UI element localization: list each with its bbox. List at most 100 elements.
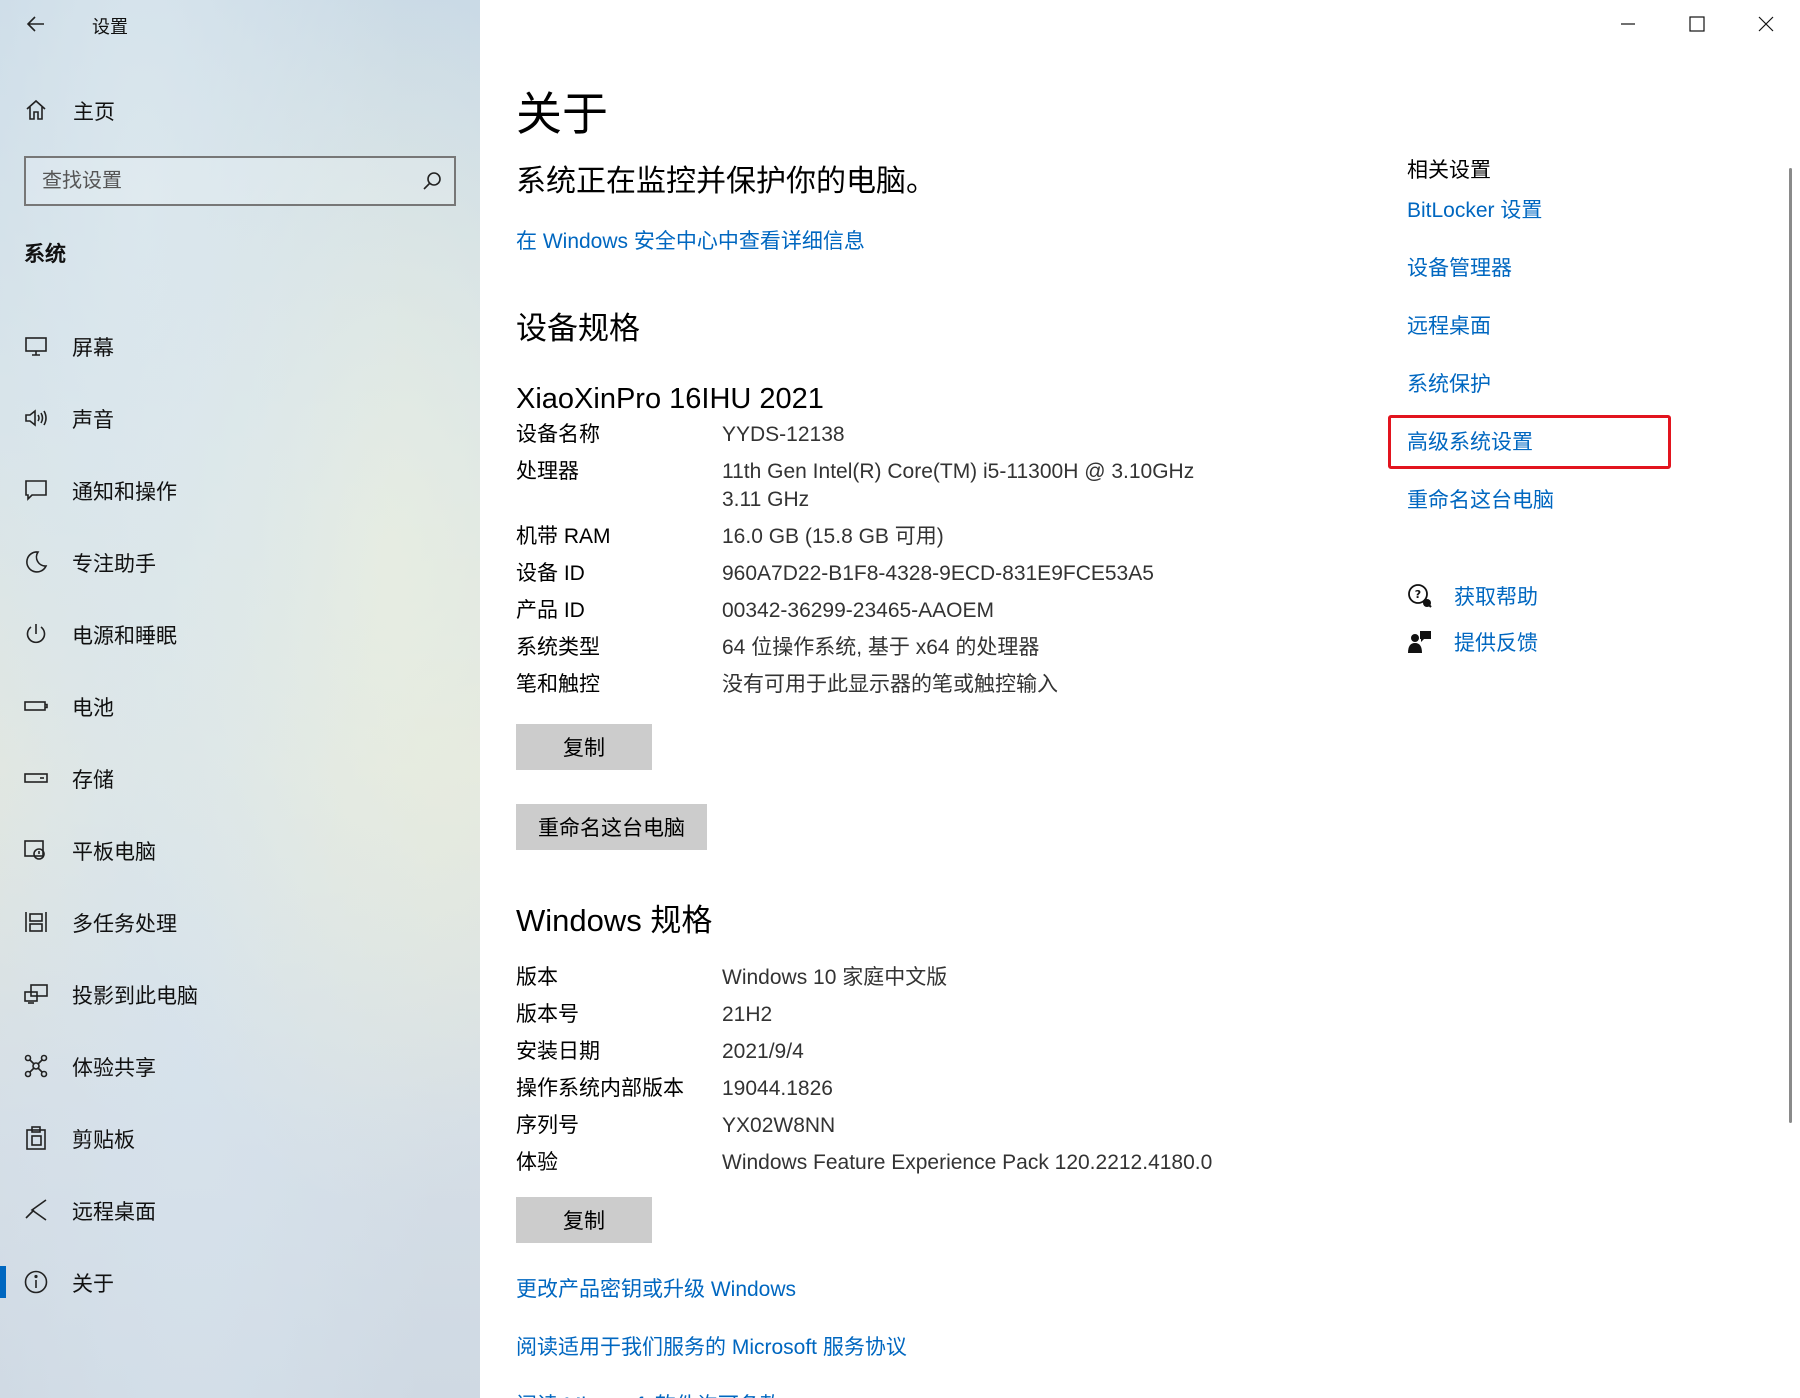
moon-icon	[26, 551, 48, 573]
sidebar-item-label: 平板电脑	[72, 841, 156, 864]
sidebar-item-remote-desktop[interactable]: 远程桌面	[0, 1174, 480, 1246]
info-icon	[24, 1270, 48, 1294]
sidebar-item-about[interactable]: 关于	[0, 1246, 480, 1318]
spec-key: 笔和触控	[516, 673, 600, 696]
minimize-icon	[1620, 23, 1635, 25]
spec-row: 安装日期 2021/9/4	[516, 1038, 1416, 1075]
sidebar-item-label: 剪贴板	[72, 1129, 135, 1152]
spec-row: 产品 ID 00342-36299-23465-AAOEM	[516, 597, 1416, 634]
sidebar-item-label: 体验共享	[72, 1057, 156, 1080]
license-terms-link[interactable]: 阅读 Microsoft 软件许可条款	[516, 1389, 781, 1398]
project-icon	[24, 984, 48, 1004]
copy-device-specs-button[interactable]: 复制	[516, 724, 652, 770]
help-chat-icon: ?	[1408, 584, 1432, 608]
spec-value: 2021/9/4	[722, 1040, 804, 1063]
settings-window: 设置 主页 系统 屏幕	[0, 0, 1800, 1398]
spec-key: 设备 ID	[516, 562, 585, 585]
spec-key: 处理器	[516, 460, 579, 483]
sidebar: 设置 主页 系统 屏幕	[0, 0, 480, 1398]
spec-value: 19044.1826	[722, 1077, 833, 1100]
storage-icon	[24, 773, 48, 783]
close-button[interactable]	[1731, 0, 1800, 48]
sidebar-item-battery[interactable]: 电池	[0, 670, 480, 742]
search-icon[interactable]	[422, 171, 442, 191]
sidebar-item-label: 远程桌面	[72, 1201, 156, 1224]
spec-row: 版本 Windows 10 家庭中文版	[516, 964, 1416, 1001]
bitlocker-settings-link[interactable]: BitLocker 设置	[1407, 194, 1542, 224]
maximize-button[interactable]	[1662, 0, 1731, 48]
advanced-system-settings-link[interactable]: 高级系统设置	[1407, 426, 1533, 456]
speaker-icon	[25, 409, 47, 427]
spec-key: 机带 RAM	[516, 525, 611, 548]
back-button[interactable]	[18, 6, 54, 42]
monitor-icon	[25, 337, 47, 356]
spec-row: 笔和触控 没有可用于此显示器的笔或触控输入	[516, 671, 1416, 708]
spec-value: 64 位操作系统, 基于 x64 的处理器	[722, 636, 1040, 659]
protection-status-text: 系统正在监控并保护你的电脑。	[516, 165, 936, 198]
home-icon	[26, 99, 46, 120]
home-label: 主页	[73, 101, 115, 124]
back-arrow-icon	[26, 16, 44, 32]
sidebar-item-sound[interactable]: 声音	[0, 382, 480, 454]
spec-value: Windows Feature Experience Pack 120.2212…	[722, 1151, 1213, 1174]
feedback-icon	[1408, 631, 1431, 653]
spec-row: 序列号 YX02W8NN	[516, 1112, 1416, 1149]
rename-pc-button[interactable]: 重命名这台电脑	[516, 804, 707, 850]
spec-key: 版本	[516, 966, 558, 989]
spec-row: 处理器 11th Gen Intel(R) Core(TM) i5-11300H…	[516, 458, 1416, 523]
get-help-link[interactable]: 获取帮助	[1454, 581, 1538, 611]
notification-icon	[25, 480, 47, 501]
device-manager-link[interactable]: 设备管理器	[1407, 252, 1512, 282]
give-feedback-link[interactable]: 提供反馈	[1454, 627, 1538, 657]
maximize-icon	[1688, 16, 1705, 32]
sidebar-item-label: 电池	[72, 697, 114, 720]
sidebar-item-label: 多任务处理	[72, 913, 177, 936]
share-icon	[24, 1054, 48, 1078]
spec-row: 操作系统内部版本 19044.1826	[516, 1075, 1416, 1112]
change-product-key-link[interactable]: 更改产品密钥或升级 Windows	[516, 1273, 796, 1303]
spec-value: 11th Gen Intel(R) Core(TM) i5-11300H @ 3…	[722, 460, 1195, 511]
spec-value: Windows 10 家庭中文版	[722, 966, 948, 989]
close-icon	[1758, 16, 1773, 32]
sidebar-item-project[interactable]: 投影到此电脑	[0, 958, 480, 1030]
spec-row: 体验 Windows Feature Experience Pack 120.2…	[516, 1149, 1416, 1186]
home-nav-item[interactable]: 主页	[0, 88, 480, 132]
sidebar-item-storage[interactable]: 存储	[0, 742, 480, 814]
system-protection-link[interactable]: 系统保护	[1407, 368, 1491, 398]
scrollbar[interactable]	[1789, 168, 1792, 1123]
minimize-button[interactable]	[1593, 0, 1662, 48]
device-specs-table: 设备名称 YYDS-12138 处理器 11th Gen Intel(R) Co…	[516, 421, 1416, 708]
device-model: XiaoXinPro 16IHU 2021	[516, 383, 824, 415]
sidebar-item-display[interactable]: 屏幕	[0, 310, 480, 382]
security-center-link[interactable]: 在 Windows 安全中心中查看详细信息	[516, 225, 865, 255]
sidebar-item-tablet[interactable]: 平板电脑	[0, 814, 480, 886]
rename-pc-link[interactable]: 重命名这台电脑	[1407, 484, 1554, 514]
remote-icon	[25, 1199, 47, 1221]
app-title: 设置	[92, 17, 128, 37]
spec-row: 机带 RAM 16.0 GB (15.8 GB 可用)	[516, 523, 1416, 560]
clipboard-icon	[26, 1126, 46, 1150]
spec-row: 版本号 21H2	[516, 1001, 1416, 1038]
service-agreement-link[interactable]: 阅读适用于我们服务的 Microsoft 服务协议	[516, 1331, 907, 1361]
spec-value: 960A7D22-B1F8-4328-9ECD-831E9FCE53A5	[722, 562, 1154, 585]
spec-key: 序列号	[516, 1114, 579, 1137]
get-help-row[interactable]: ? 获取帮助	[1407, 580, 1538, 612]
sidebar-item-label: 电源和睡眠	[72, 625, 177, 648]
spec-key: 操作系统内部版本	[516, 1077, 684, 1100]
give-feedback-row[interactable]: 提供反馈	[1407, 626, 1538, 658]
sidebar-item-power[interactable]: 电源和睡眠	[0, 598, 480, 670]
windows-specs-table: 版本 Windows 10 家庭中文版 版本号 21H2 安装日期 2021/9…	[516, 964, 1416, 1186]
spec-key: 系统类型	[516, 636, 600, 659]
power-icon	[26, 624, 46, 644]
copy-windows-specs-button[interactable]: 复制	[516, 1197, 652, 1243]
sidebar-item-shared-experiences[interactable]: 体验共享	[0, 1030, 480, 1102]
sidebar-item-multitasking[interactable]: 多任务处理	[0, 886, 480, 958]
spec-value: 21H2	[722, 1003, 773, 1026]
search-box[interactable]	[24, 156, 456, 206]
sidebar-item-notifications[interactable]: 通知和操作	[0, 454, 480, 526]
sidebar-item-focus-assist[interactable]: 专注助手	[0, 526, 480, 598]
remote-desktop-link[interactable]: 远程桌面	[1407, 310, 1491, 340]
search-input[interactable]	[26, 158, 406, 204]
page-title: 关于	[516, 88, 608, 140]
sidebar-item-clipboard[interactable]: 剪贴板	[0, 1102, 480, 1174]
